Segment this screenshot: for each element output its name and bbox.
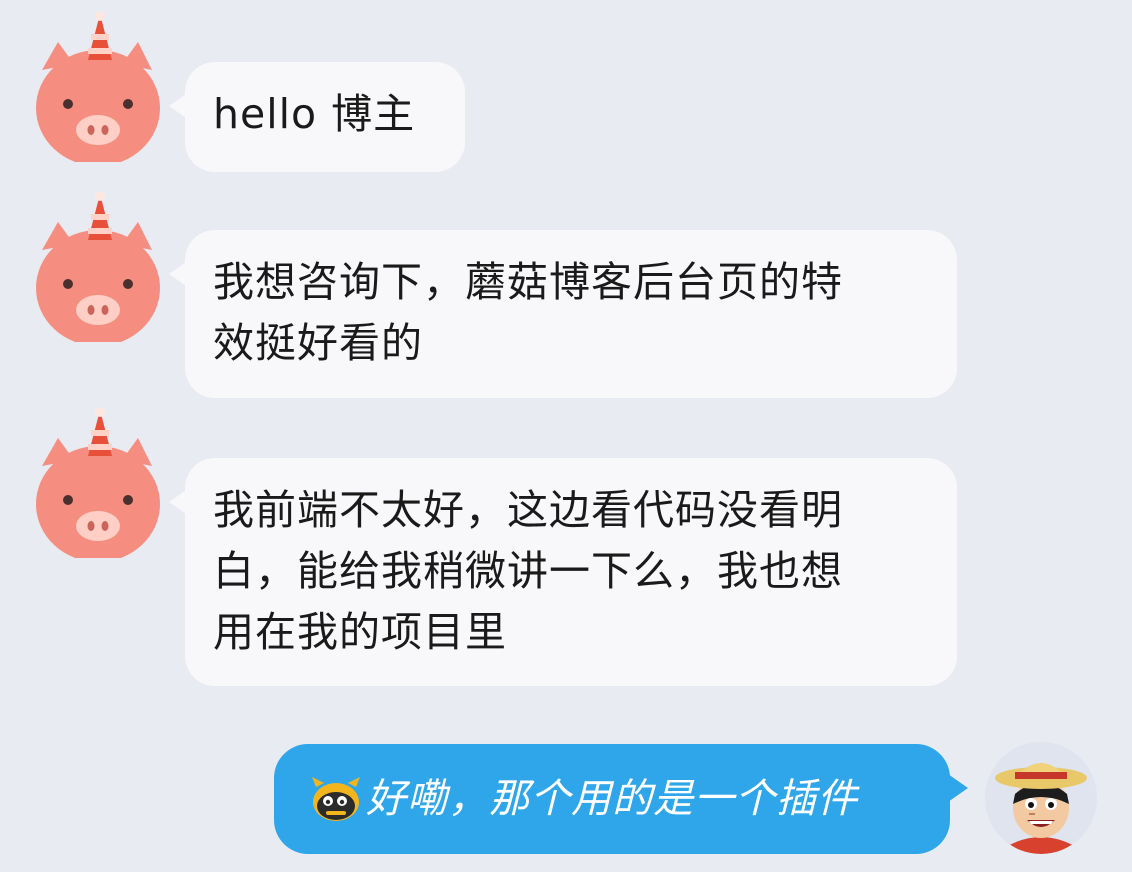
message-text: hello 博主 (213, 90, 416, 138)
message-bubble[interactable]: 我想咨询下，蘑菇博客后台页的特 效挺好看的 (169, 230, 957, 398)
message-line: 用在我的项目里 (213, 608, 507, 656)
message-line: 我想咨询下，蘑菇博客后台页的特 (213, 258, 843, 306)
pig-avatar[interactable] (28, 12, 168, 162)
bubble-tail (169, 260, 189, 288)
straw-hat-avatar[interactable] (985, 742, 1097, 854)
bubble-tail (948, 774, 968, 802)
cow-emoji-icon (310, 775, 362, 823)
message-line: 效挺好看的 (213, 319, 423, 367)
message-text: 好嘞，那个用的是一个插件 (366, 776, 858, 822)
sent-message-bubble[interactable]: 好嘞，那个用的是一个插件 (274, 744, 968, 854)
bubble-tail (169, 488, 189, 516)
message-line: 我前端不太好，这边看代码没看明 (213, 486, 843, 534)
message-bubble[interactable]: hello 博主 (169, 62, 465, 172)
pig-avatar[interactable] (28, 408, 168, 558)
chat-window: hello 博主 我想咨询下，蘑菇博客后台页的特 效挺好看的 我前端不太好，这边… (0, 0, 1132, 872)
message-bubble[interactable]: 我前端不太好，这边看代码没看明 白，能给我稍微讲一下么，我也想 用在我的项目里 (169, 458, 957, 686)
message-line: 白，能给我稍微讲一下么，我也想 (213, 547, 843, 595)
bubble-tail (169, 92, 189, 120)
pig-avatar[interactable] (28, 192, 168, 342)
